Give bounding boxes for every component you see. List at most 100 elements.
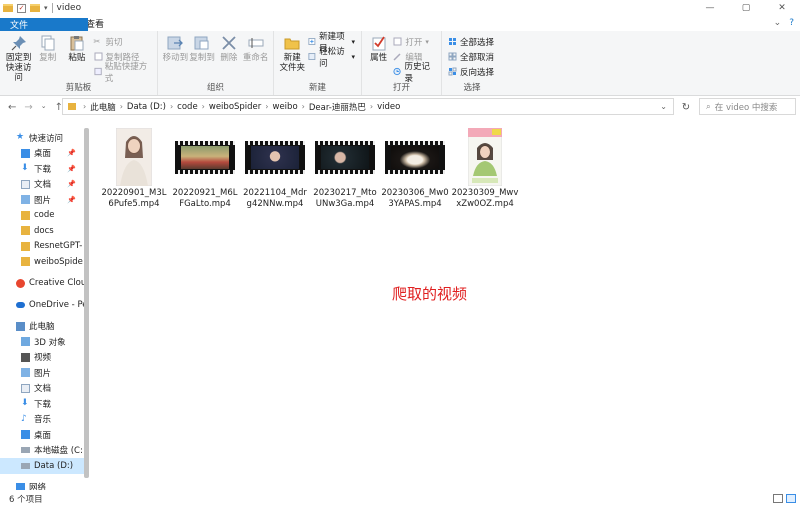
folder-icon	[3, 4, 13, 12]
breadcrumb-video[interactable]: video	[377, 102, 400, 112]
nav-resnetgpt[interactable]: ResnetGPT-	[0, 239, 84, 255]
ribbon-tabs: 文件 主页 共享 查看 ⌄ ?	[0, 16, 800, 32]
nav-documents[interactable]: 文档 📌	[0, 177, 84, 193]
nav-videos[interactable]: 视频	[0, 350, 84, 366]
chevron-right-icon[interactable]: ›	[170, 102, 173, 111]
customize-toolbar-icon[interactable]: ▾	[44, 4, 48, 12]
nav-this-pc[interactable]: 此电脑	[0, 319, 84, 335]
edit-icon	[393, 53, 401, 61]
nav-quick-access[interactable]: ★ 快速访问	[0, 130, 84, 146]
help-icon[interactable]: ?	[789, 18, 794, 28]
chevron-right-icon[interactable]: ›	[265, 102, 268, 111]
properties-icon	[372, 36, 386, 51]
pin-icon: 📌	[67, 195, 76, 204]
tab-file[interactable]: 文件	[0, 18, 88, 31]
computer-icon	[16, 321, 25, 331]
chevron-down-icon[interactable]: ⌄	[660, 102, 667, 111]
file-item[interactable]: 20230309_MwvxZw0OZ.mp4	[451, 126, 519, 210]
chevron-right-icon[interactable]: ›	[202, 102, 205, 111]
nav-code[interactable]: code	[0, 208, 84, 224]
pictures-icon	[21, 195, 30, 205]
maximize-button[interactable]: ▢	[728, 0, 764, 16]
scissors-icon: ✂	[93, 37, 101, 46]
new-folder-quick-icon[interactable]	[30, 4, 40, 12]
group-label: 剪贴板	[65, 83, 92, 93]
open-button[interactable]: 打开 ▾	[393, 35, 435, 48]
forward-arrow-icon[interactable]: →	[24, 102, 32, 113]
select-all-button[interactable]: 全部选择	[448, 35, 494, 48]
copy-to-icon	[194, 36, 209, 50]
network-icon	[16, 482, 25, 490]
nav-pictures[interactable]: 图片 📌	[0, 192, 84, 208]
file-item[interactable]: 20220921_M6LFGaLto.mp4	[171, 126, 239, 210]
invert-selection-button[interactable]: 反向选择	[448, 65, 494, 78]
nav-pictures-pc[interactable]: 图片	[0, 365, 84, 381]
new-group: 新建 文件夹 新建项目 ▾ 轻松访问 ▾ 新建	[274, 31, 362, 95]
chevron-right-icon[interactable]: ›	[370, 102, 373, 111]
nav-docs[interactable]: docs	[0, 223, 84, 239]
download-icon: ⬇	[21, 398, 29, 409]
large-icons-view-icon[interactable]	[786, 494, 796, 503]
recent-locations-icon[interactable]: ⌄	[41, 102, 47, 113]
chevron-right-icon[interactable]: ›	[302, 102, 305, 111]
breadcrumb-dear[interactable]: Dear-迪丽热巴	[309, 101, 366, 113]
pictures-icon	[21, 368, 30, 378]
select-none-button[interactable]: 全部取消	[448, 50, 494, 63]
scrollbar-thumb[interactable]	[84, 128, 89, 478]
cut-button[interactable]: ✂ 剪切	[94, 35, 151, 48]
nav-downloads-pc[interactable]: ⬇ 下载	[0, 396, 84, 412]
paste-shortcut-button[interactable]: 粘贴快捷方式	[93, 62, 151, 84]
new-item-icon	[308, 38, 316, 45]
nav-creative-cloud[interactable]: Creative Clou	[0, 276, 84, 292]
nav-scrollbar[interactable]	[84, 124, 89, 490]
file-name: 20230217_MtoUNw3Ga.mp4	[313, 188, 377, 209]
nav-desktop-pc[interactable]: 桌面	[0, 427, 84, 443]
chevron-right-icon: ›	[83, 102, 87, 111]
nav-music[interactable]: ♪ 音乐	[0, 412, 84, 428]
pin-icon: 📌	[67, 180, 76, 189]
close-button[interactable]: ✕	[764, 0, 800, 16]
breadcrumb-code[interactable]: code	[177, 102, 198, 112]
back-arrow-icon[interactable]: ←	[8, 102, 16, 113]
nav-local-disk-c[interactable]: 本地磁盘 (C:	[0, 443, 84, 459]
breadcrumb-weibo[interactable]: weibo	[273, 102, 298, 112]
file-item[interactable]: 20230217_MtoUNw3Ga.mp4	[311, 126, 379, 210]
video-thumbnail	[245, 140, 305, 174]
file-item[interactable]: 20230306_Mw03YAPAS.mp4	[381, 126, 449, 210]
pin-icon	[11, 36, 26, 51]
chevron-right-icon[interactable]: ›	[120, 102, 123, 111]
address-bar[interactable]: › 此电脑 › Data (D:) › code › weiboSpider › wei…	[62, 98, 674, 115]
nav-weibospider[interactable]: weiboSpide	[0, 254, 84, 270]
file-name: 20230309_MwvxZw0OZ.mp4	[451, 188, 519, 209]
star-icon: ★	[16, 132, 25, 143]
group-label: 组织	[206, 83, 224, 93]
new-folder-icon	[284, 38, 300, 50]
move-to-icon	[167, 36, 184, 50]
desktop-icon	[21, 148, 30, 158]
breadcrumb-data-d[interactable]: Data (D:)	[127, 102, 166, 112]
breadcrumb-weibospider[interactable]: weiboSpider	[209, 102, 261, 112]
nav-documents-pc[interactable]: 文档	[0, 381, 84, 397]
properties-quick-icon[interactable]: ✓	[17, 3, 26, 13]
nav-data-d[interactable]: Data (D:)	[0, 458, 84, 474]
minimize-button[interactable]: —	[692, 0, 728, 16]
folder-icon	[21, 257, 30, 267]
nav-3d-objects[interactable]: 3D 对象	[0, 334, 84, 350]
nav-downloads[interactable]: ⬇ 下载 📌	[0, 161, 84, 177]
file-item[interactable]: 20221104_Mdrg42NNw.mp4	[241, 126, 309, 210]
collapse-ribbon-icon[interactable]: ⌄	[774, 18, 782, 28]
video-thumbnail	[468, 128, 502, 186]
file-item[interactable]: 20220901_M3L6Pufe5.mp4	[100, 126, 168, 210]
drive-icon	[21, 447, 30, 454]
copy-path-icon	[94, 52, 103, 61]
select-group: 全部选择 全部取消 反向选择 选择	[442, 31, 502, 95]
details-view-icon[interactable]	[773, 494, 783, 503]
nav-onedrive[interactable]: OneDrive - Pe	[0, 297, 84, 313]
history-button[interactable]: 历史记录	[393, 62, 435, 84]
refresh-icon[interactable]: ↻	[678, 99, 694, 115]
search-input[interactable]: ⌕ 在 video 中搜索	[699, 98, 796, 115]
easy-access-button[interactable]: 轻松访问 ▾	[308, 47, 355, 69]
breadcrumb-this-pc[interactable]: 此电脑	[90, 101, 116, 113]
nav-desktop[interactable]: 桌面 📌	[0, 146, 84, 162]
nav-network[interactable]: 网络	[0, 480, 84, 490]
